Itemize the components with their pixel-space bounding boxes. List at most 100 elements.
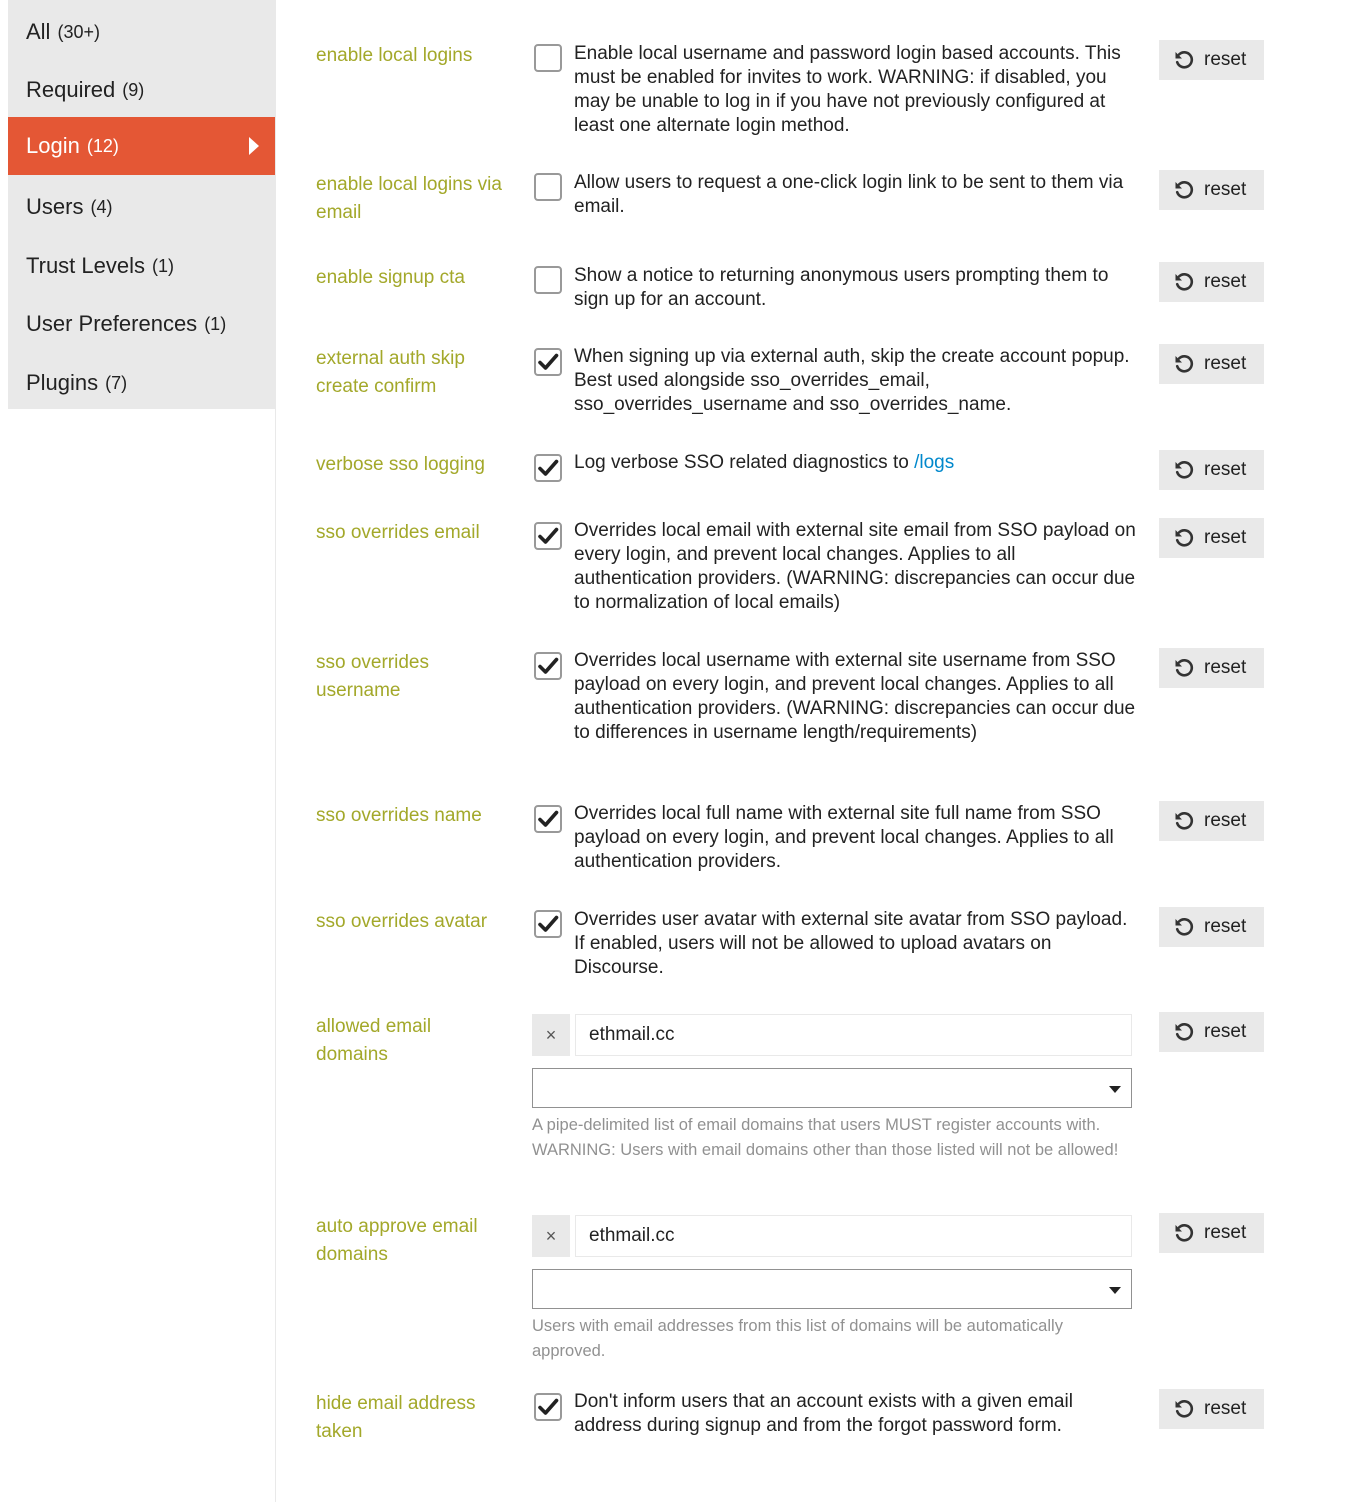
reset-label: reset xyxy=(1204,810,1247,831)
chip-value: ethmail.cc xyxy=(575,1014,1132,1056)
undo-icon xyxy=(1173,179,1195,201)
undo-icon xyxy=(1173,1222,1195,1244)
check-icon xyxy=(538,1398,559,1415)
setting-checkbox[interactable] xyxy=(534,44,562,72)
nav-item-count: (7) xyxy=(105,372,128,393)
check-icon xyxy=(538,657,559,674)
nav-item-all[interactable]: All (30+) xyxy=(8,3,275,61)
reset-button[interactable]: reset xyxy=(1159,262,1264,302)
reset-label: reset xyxy=(1204,179,1247,200)
check-icon xyxy=(538,810,559,827)
setting-description: Allow users to request a one-click login… xyxy=(574,172,1124,217)
setting-description: Log verbose SSO related diagnostics to /… xyxy=(574,451,1139,475)
setting-label: enable signup cta xyxy=(316,267,465,288)
nav-item-count: (30+) xyxy=(57,21,100,42)
nav-item-trust-levels[interactable]: Trust Levels (1) xyxy=(8,237,275,295)
reset-label: reset xyxy=(1204,353,1247,374)
setting-label: auto approve email domains xyxy=(316,1216,478,1265)
reset-label: reset xyxy=(1204,49,1247,70)
nav-item-label: Trust Levels xyxy=(26,253,146,278)
selected-domain-chip: × ethmail.cc xyxy=(532,1215,1132,1257)
setting-checkbox[interactable] xyxy=(534,805,562,833)
sidebar-divider xyxy=(275,0,276,1502)
setting-checkbox[interactable] xyxy=(534,1393,562,1421)
reset-label: reset xyxy=(1204,1021,1247,1042)
nav-item-label: Required xyxy=(26,77,116,102)
nav-item-plugins[interactable]: Plugins (7) xyxy=(8,354,275,412)
reset-button[interactable]: reset xyxy=(1159,170,1264,210)
reset-button[interactable]: reset xyxy=(1159,1389,1264,1429)
undo-icon xyxy=(1173,657,1195,679)
caret-right-icon xyxy=(249,137,259,155)
chip-value: ethmail.cc xyxy=(575,1215,1132,1257)
reset-button[interactable]: reset xyxy=(1159,40,1264,80)
setting-help-text: Users with email addresses from this lis… xyxy=(532,1317,1063,1360)
undo-icon xyxy=(1173,810,1195,832)
nav-item-login[interactable]: Login (12) xyxy=(8,117,275,175)
nav-item-users[interactable]: Users (4) xyxy=(8,178,275,236)
reset-button[interactable]: reset xyxy=(1159,518,1264,558)
setting-label: external auth skip create confirm xyxy=(316,348,465,397)
setting-label: allowed email domains xyxy=(316,1016,432,1065)
setting-checkbox[interactable] xyxy=(534,454,562,482)
domain-select[interactable] xyxy=(532,1068,1132,1108)
setting-description: Don't inform users that an account exist… xyxy=(574,1391,1073,1436)
selected-domain-chip: × ethmail.cc xyxy=(532,1014,1132,1056)
nav-item-label: Login xyxy=(26,133,80,158)
setting-checkbox[interactable] xyxy=(534,266,562,294)
times-icon[interactable]: × xyxy=(532,1014,570,1056)
undo-icon xyxy=(1173,459,1195,481)
reset-button[interactable]: reset xyxy=(1159,344,1264,384)
setting-checkbox[interactable] xyxy=(534,348,562,376)
nav-item-count: (12) xyxy=(86,135,119,156)
reset-button[interactable]: reset xyxy=(1159,1213,1264,1253)
admin-settings-page: All (30+) Required (9) Login (12) Users … xyxy=(0,0,1348,1502)
setting-description: Overrides local email with external site… xyxy=(574,520,1136,613)
setting-checkbox[interactable] xyxy=(534,522,562,550)
times-icon[interactable]: × xyxy=(532,1215,570,1257)
nav-item-count: (4) xyxy=(90,196,113,217)
setting-checkbox[interactable] xyxy=(534,910,562,938)
reset-label: reset xyxy=(1204,271,1247,292)
check-icon xyxy=(538,459,559,476)
settings-category-nav: All (30+) Required (9) Login (12) Users … xyxy=(8,0,275,409)
reset-button[interactable]: reset xyxy=(1159,450,1264,490)
setting-label: sso overrides avatar xyxy=(316,911,488,932)
nav-item-user-preferences[interactable]: User Preferences (1) xyxy=(8,295,275,353)
reset-button[interactable]: reset xyxy=(1159,648,1264,688)
check-icon xyxy=(538,915,559,932)
setting-label: sso overrides email xyxy=(316,522,480,543)
undo-icon xyxy=(1173,49,1195,71)
undo-icon xyxy=(1173,1021,1195,1043)
caret-down-icon xyxy=(1109,1287,1121,1294)
setting-label: verbose sso logging xyxy=(316,454,485,475)
setting-label: enable local logins xyxy=(316,45,473,66)
setting-description: Overrides user avatar with external site… xyxy=(574,909,1128,978)
nav-item-label: User Preferences xyxy=(26,311,198,336)
reset-button[interactable]: reset xyxy=(1159,801,1264,841)
nav-item-count: (9) xyxy=(122,79,145,100)
setting-checkbox[interactable] xyxy=(534,652,562,680)
domain-select[interactable] xyxy=(532,1269,1132,1309)
undo-icon xyxy=(1173,916,1195,938)
setting-label: hide email address taken xyxy=(316,1393,476,1442)
undo-icon xyxy=(1173,353,1195,375)
undo-icon xyxy=(1173,1398,1195,1420)
check-icon xyxy=(538,353,559,370)
setting-label: sso overrides name xyxy=(316,805,482,826)
reset-label: reset xyxy=(1204,459,1247,480)
reset-label: reset xyxy=(1204,1398,1247,1419)
setting-description: Enable local username and password login… xyxy=(574,43,1121,136)
setting-checkbox[interactable] xyxy=(534,173,562,201)
setting-description-text: Log verbose SSO related diagnostics to xyxy=(574,452,909,473)
setting-label: sso overrides username xyxy=(316,652,429,701)
caret-down-icon xyxy=(1109,1086,1121,1093)
reset-button[interactable]: reset xyxy=(1159,1012,1264,1052)
check-icon xyxy=(538,527,559,544)
setting-description: Overrides local full name with external … xyxy=(574,803,1114,872)
nav-item-required[interactable]: Required (9) xyxy=(8,61,275,119)
reset-button[interactable]: reset xyxy=(1159,907,1264,947)
nav-item-label: All xyxy=(26,19,51,44)
reset-label: reset xyxy=(1204,527,1247,548)
logs-link[interactable]: /logs xyxy=(914,452,954,473)
